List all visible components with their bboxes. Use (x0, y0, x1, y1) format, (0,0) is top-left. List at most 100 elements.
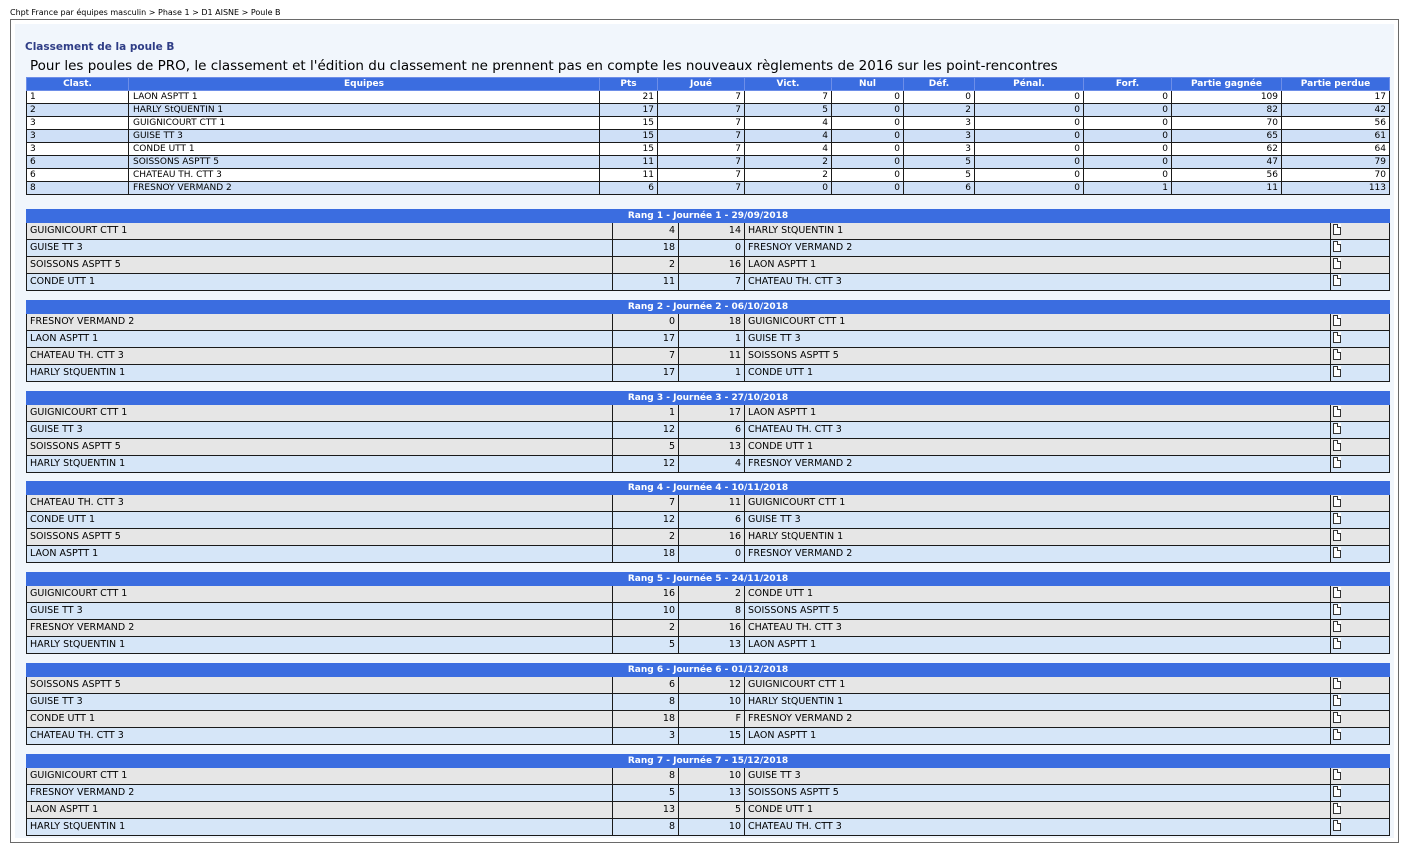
away-team[interactable]: HARLY StQUENTIN 1 (744, 693, 1331, 711)
home-team[interactable]: CONDE UTT 1 (26, 511, 613, 529)
document-icon[interactable] (1333, 729, 1341, 740)
document-icon[interactable] (1333, 604, 1341, 615)
match-sheet-cell[interactable] (1329, 818, 1391, 836)
match-sheet-cell[interactable] (1329, 636, 1391, 654)
standings-cell-team[interactable]: CONDE UTT 1 (128, 142, 600, 156)
away-team[interactable]: CONDE UTT 1 (744, 438, 1331, 456)
home-team[interactable]: CHATEAU TH. CTT 3 (26, 347, 613, 365)
away-team[interactable]: GUIGNICOURT CTT 1 (744, 313, 1331, 331)
away-team[interactable]: LAON ASPTT 1 (744, 256, 1331, 274)
home-team[interactable]: SOISSONS ASPTT 5 (26, 438, 613, 456)
match-sheet-cell[interactable] (1329, 710, 1391, 728)
away-team[interactable]: FRESNOY VERMAND 2 (744, 545, 1331, 563)
away-team[interactable]: SOISSONS ASPTT 5 (744, 784, 1331, 802)
away-team[interactable]: CONDE UTT 1 (744, 585, 1331, 603)
home-team[interactable]: GUISE TT 3 (26, 421, 613, 439)
document-icon[interactable] (1333, 820, 1341, 831)
document-icon[interactable] (1333, 406, 1341, 417)
match-sheet-cell[interactable] (1329, 364, 1391, 382)
document-icon[interactable] (1333, 315, 1341, 326)
document-icon[interactable] (1333, 530, 1341, 541)
match-sheet-cell[interactable] (1329, 313, 1391, 331)
away-team[interactable]: CONDE UTT 1 (744, 801, 1331, 819)
home-team[interactable]: GUIGNICOURT CTT 1 (26, 222, 613, 240)
match-sheet-cell[interactable] (1329, 801, 1391, 819)
match-sheet-cell[interactable] (1329, 545, 1391, 563)
home-team[interactable]: GUISE TT 3 (26, 602, 613, 620)
document-icon[interactable] (1333, 712, 1341, 723)
standings-cell-team[interactable]: FRESNOY VERMAND 2 (128, 181, 600, 195)
match-sheet-cell[interactable] (1329, 239, 1391, 257)
away-team[interactable]: HARLY StQUENTIN 1 (744, 222, 1331, 240)
home-team[interactable]: CONDE UTT 1 (26, 273, 613, 291)
document-icon[interactable] (1333, 241, 1341, 252)
document-icon[interactable] (1333, 275, 1341, 286)
document-icon[interactable] (1333, 457, 1341, 468)
away-team[interactable]: FRESNOY VERMAND 2 (744, 455, 1331, 473)
document-icon[interactable] (1333, 621, 1341, 632)
match-sheet-cell[interactable] (1329, 347, 1391, 365)
away-team[interactable]: GUISE TT 3 (744, 511, 1331, 529)
home-team[interactable]: CHATEAU TH. CTT 3 (26, 494, 613, 512)
match-sheet-cell[interactable] (1329, 528, 1391, 546)
home-team[interactable]: CONDE UTT 1 (26, 710, 613, 728)
breadcrumb[interactable]: Chpt France par équipes masculin > Phase… (10, 8, 281, 18)
home-team[interactable]: FRESNOY VERMAND 2 (26, 619, 613, 637)
home-team[interactable]: SOISSONS ASPTT 5 (26, 676, 613, 694)
home-team[interactable]: LAON ASPTT 1 (26, 545, 613, 563)
match-sheet-cell[interactable] (1329, 676, 1391, 694)
home-team[interactable]: HARLY StQUENTIN 1 (26, 818, 613, 836)
standings-cell-team[interactable]: GUISE TT 3 (128, 129, 600, 143)
home-team[interactable]: SOISSONS ASPTT 5 (26, 528, 613, 546)
match-sheet-cell[interactable] (1329, 494, 1391, 512)
document-icon[interactable] (1333, 332, 1341, 343)
match-sheet-cell[interactable] (1329, 421, 1391, 439)
match-sheet-cell[interactable] (1329, 256, 1391, 274)
standings-cell-team[interactable]: LAON ASPTT 1 (128, 90, 600, 104)
home-team[interactable]: SOISSONS ASPTT 5 (26, 256, 613, 274)
match-sheet-cell[interactable] (1329, 619, 1391, 637)
standings-cell-team[interactable]: CHATEAU TH. CTT 3 (128, 168, 600, 182)
document-icon[interactable] (1333, 349, 1341, 360)
match-sheet-cell[interactable] (1329, 784, 1391, 802)
document-icon[interactable] (1333, 547, 1341, 558)
match-sheet-cell[interactable] (1329, 455, 1391, 473)
away-team[interactable]: GUISE TT 3 (744, 330, 1331, 348)
standings-cell-team[interactable]: GUIGNICOURT CTT 1 (128, 116, 600, 130)
home-team[interactable]: FRESNOY VERMAND 2 (26, 784, 613, 802)
document-icon[interactable] (1333, 638, 1341, 649)
home-team[interactable]: HARLY StQUENTIN 1 (26, 455, 613, 473)
away-team[interactable]: GUIGNICOURT CTT 1 (744, 494, 1331, 512)
document-icon[interactable] (1333, 695, 1341, 706)
match-sheet-cell[interactable] (1329, 330, 1391, 348)
home-team[interactable]: LAON ASPTT 1 (26, 801, 613, 819)
away-team[interactable]: FRESNOY VERMAND 2 (744, 239, 1331, 257)
home-team[interactable]: LAON ASPTT 1 (26, 330, 613, 348)
match-sheet-cell[interactable] (1329, 767, 1391, 785)
away-team[interactable]: SOISSONS ASPTT 5 (744, 602, 1331, 620)
away-team[interactable]: FRESNOY VERMAND 2 (744, 710, 1331, 728)
standings-cell-team[interactable]: SOISSONS ASPTT 5 (128, 155, 600, 169)
match-sheet-cell[interactable] (1329, 273, 1391, 291)
match-sheet-cell[interactable] (1329, 438, 1391, 456)
home-team[interactable]: GUISE TT 3 (26, 239, 613, 257)
away-team[interactable]: HARLY StQUENTIN 1 (744, 528, 1331, 546)
match-sheet-cell[interactable] (1329, 602, 1391, 620)
match-sheet-cell[interactable] (1329, 693, 1391, 711)
home-team[interactable]: HARLY StQUENTIN 1 (26, 364, 613, 382)
home-team[interactable]: GUIGNICOURT CTT 1 (26, 404, 613, 422)
home-team[interactable]: FRESNOY VERMAND 2 (26, 313, 613, 331)
home-team[interactable]: GUIGNICOURT CTT 1 (26, 585, 613, 603)
away-team[interactable]: CHATEAU TH. CTT 3 (744, 619, 1331, 637)
document-icon[interactable] (1333, 786, 1341, 797)
match-sheet-cell[interactable] (1329, 222, 1391, 240)
home-team[interactable]: GUISE TT 3 (26, 693, 613, 711)
match-sheet-cell[interactable] (1329, 727, 1391, 745)
document-icon[interactable] (1333, 803, 1341, 814)
document-icon[interactable] (1333, 440, 1341, 451)
away-team[interactable]: GUISE TT 3 (744, 767, 1331, 785)
away-team[interactable]: LAON ASPTT 1 (744, 404, 1331, 422)
document-icon[interactable] (1333, 513, 1341, 524)
match-sheet-cell[interactable] (1329, 511, 1391, 529)
away-team[interactable]: SOISSONS ASPTT 5 (744, 347, 1331, 365)
